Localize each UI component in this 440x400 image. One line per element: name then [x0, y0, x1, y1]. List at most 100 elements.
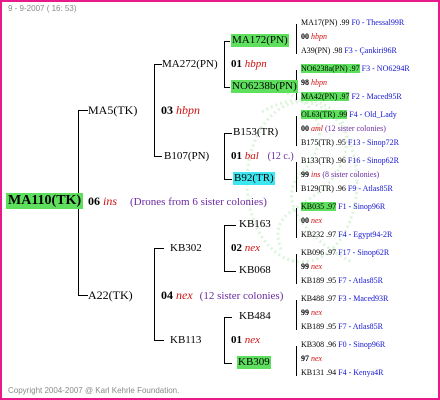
- root-queen[interactable]: MA110(TK): [6, 193, 84, 209]
- gen2-ma272-mark: hbpn: [244, 58, 267, 70]
- g4-bracket-7: [296, 300, 297, 330]
- kb113-bracket-line: [224, 317, 225, 363]
- root-mark: ins: [103, 194, 118, 208]
- gen2-kb113-year-line: 01 nex: [231, 334, 260, 347]
- gen4-location-top[interactable]: F17 - Sinop62R: [338, 248, 389, 257]
- gen4-queen-top[interactable]: NO6238a(PN) .97: [301, 64, 360, 73]
- gen4-location-bottom[interactable]: F4 - Egypt94-2R: [338, 230, 392, 239]
- gen3-kb484[interactable]: KB484: [239, 310, 271, 323]
- gen4-row-mid: 98 hbpn: [301, 78, 327, 88]
- gen2-ma272[interactable]: MA272(PN): [162, 58, 218, 71]
- gen4-location-top[interactable]: F3 - Maced93R: [338, 294, 388, 303]
- gen4-location-top[interactable]: F1 - Sinop96R: [338, 202, 385, 211]
- gen4-mark: ins: [311, 170, 321, 179]
- gen2-kb113-mark: nex: [244, 334, 261, 346]
- gen4-mark: nex: [311, 308, 323, 317]
- gen1-ma5-year-line: 03 hbpn: [161, 103, 200, 117]
- gen1-a22-note: (12 sister colonies): [199, 290, 284, 302]
- gen4-queen-bottom[interactable]: MA42(PN) .97: [301, 92, 350, 101]
- gen4-location-top[interactable]: F0 - Thessal99R: [351, 18, 404, 27]
- gen1-a22-mark: nex: [176, 288, 193, 302]
- gen4-queen-bottom[interactable]: KB232 .97: [301, 230, 336, 239]
- root-note: (Drones from 6 sister colonies): [130, 196, 267, 208]
- gen2-kb302[interactable]: KB302: [170, 242, 202, 255]
- gen1-ma5-year: 03: [161, 103, 173, 117]
- g4-bracket-4: [296, 162, 297, 192]
- kb302-bracket-line: [224, 225, 225, 271]
- gen4-queen-top[interactable]: MA17(PN) .99: [301, 18, 349, 27]
- gen1-a22[interactable]: A22(TK): [88, 288, 133, 302]
- gen4-location-bottom[interactable]: F3 - Çankiri96R: [344, 46, 396, 55]
- gen4-row-mid: 00 aml (12 sister colonies): [301, 124, 386, 134]
- kb302-bracket-bottom: [224, 271, 236, 272]
- gen4-row-bottom: A39(PN) .98 F3 - Çankiri96R: [301, 46, 397, 56]
- b107-bracket-bottom: [224, 179, 232, 180]
- gen4-queen-top[interactable]: KB488 .97: [301, 294, 336, 303]
- gen4-location-top[interactable]: F0 - Sinop96R: [338, 340, 385, 349]
- kb302-bracket-top: [224, 225, 236, 226]
- gen3-kb309[interactable]: KB309: [237, 356, 271, 369]
- gen3-ma172[interactable]: MA172(PN): [231, 34, 289, 47]
- gen4-note: (12 sister colonies): [325, 124, 386, 133]
- gen4-mark: nex: [311, 354, 323, 363]
- gen1-ma5[interactable]: MA5(TK): [88, 103, 137, 117]
- gen4-mark: hbpn: [311, 32, 327, 41]
- a22-bracket-line: [154, 248, 155, 340]
- gen2-b107[interactable]: B107(PN): [164, 150, 209, 163]
- gen3-kb163[interactable]: KB163: [239, 218, 271, 231]
- gen4-location-bottom[interactable]: F9 - Atlas85R: [348, 184, 393, 193]
- gen4-queen-bottom[interactable]: KB189 .95: [301, 276, 336, 285]
- gen4-mark: hbpn: [311, 78, 327, 87]
- gen4-location-bottom[interactable]: F2 - Maced95R: [351, 92, 401, 101]
- gen4-queen-bottom[interactable]: KB189 .95: [301, 322, 336, 331]
- gen4-queen-bottom[interactable]: KB131 .94: [301, 368, 336, 377]
- gen4-location-top[interactable]: F16 - Sinop62R: [348, 156, 399, 165]
- gen4-year: 99: [301, 308, 309, 317]
- gen4-mark: nex: [311, 216, 323, 225]
- gen2-kb113[interactable]: KB113: [170, 334, 201, 347]
- gen3-b92[interactable]: B92(TR): [233, 172, 275, 185]
- gen3-b153[interactable]: B153(TR): [233, 126, 278, 139]
- gen4-row-top: OL63(TR) .99 F4 - Old_Lady: [301, 110, 397, 120]
- gen4-year: 99: [301, 170, 309, 179]
- gen4-row-mid: 00 nex: [301, 216, 322, 226]
- gen4-row-bottom: B175(TR) .95 F13 - Sinop72R: [301, 138, 399, 148]
- gen4-row-mid: 00 hbpn: [301, 32, 327, 42]
- gen4-queen-top[interactable]: KB035 .97: [301, 202, 337, 211]
- gen4-location-top[interactable]: F3 - NO6294R: [362, 64, 410, 73]
- gen4-queen-top[interactable]: OL63(TR) .99: [301, 110, 348, 119]
- gen1-a22-year-line: 04 nex (12 sister colonies): [161, 288, 283, 303]
- gen4-queen-top[interactable]: KB308 .96: [301, 340, 336, 349]
- gen4-location-bottom[interactable]: F7 - Atlas85R: [338, 322, 383, 331]
- gen4-row-bottom: MA42(PN) .97 F2 - Maced95R: [301, 92, 402, 102]
- g4-bracket-3: [296, 116, 297, 146]
- gen4-location-bottom[interactable]: F4 - Kenya4R: [338, 368, 383, 377]
- a22-bracket-top: [154, 248, 164, 249]
- g4-bracket-1: [296, 24, 297, 54]
- root-year: 06: [88, 194, 100, 208]
- gen3-kb068[interactable]: KB068: [239, 264, 271, 277]
- gen4-queen-top[interactable]: KB096 .97: [301, 248, 336, 257]
- gen2-b107-note: (12 c.): [267, 151, 294, 162]
- kb113-bracket-top: [224, 317, 232, 318]
- gen4-row-top: KB096 .97 F17 - Sinop62R: [301, 248, 389, 258]
- gen4-location-bottom[interactable]: F13 - Sinop72R: [348, 138, 399, 147]
- gen4-row-bottom: KB232 .97 F4 - Egypt94-2R: [301, 230, 392, 240]
- ma272-bracket-line: [224, 41, 225, 87]
- gen4-location-bottom[interactable]: F7 - Atlas85R: [338, 276, 383, 285]
- gen4-row-top: KB488 .97 F3 - Maced93R: [301, 294, 388, 304]
- gen1-a22-year: 04: [161, 288, 173, 302]
- gen3-no6238b[interactable]: NO6238b(PN): [231, 80, 298, 93]
- gen4-queen-bottom[interactable]: B175(TR) .95: [301, 138, 346, 147]
- gen4-year: 00: [301, 216, 309, 225]
- gen4-queen-bottom[interactable]: B129(TR) .96: [301, 184, 346, 193]
- gen2-kb302-mark: nex: [244, 242, 261, 254]
- gen2-kb113-year: 01: [231, 334, 242, 346]
- root-year-line: 06 ins (Drones from 6 sister colonies): [88, 194, 267, 209]
- gen2-ma272-year-line: 01 hbpn: [231, 58, 267, 71]
- gen4-queen-bottom[interactable]: A39(PN) .98: [301, 46, 342, 55]
- gen4-queen-top[interactable]: B133(TR) .96: [301, 156, 346, 165]
- gen4-location-top[interactable]: F4 - Old_Lady: [349, 110, 397, 119]
- g4-bracket-8: [296, 346, 297, 376]
- pedigree-frame: 9 - 9-2007 ( 16: 53) Copyright 2004-2007…: [0, 0, 440, 400]
